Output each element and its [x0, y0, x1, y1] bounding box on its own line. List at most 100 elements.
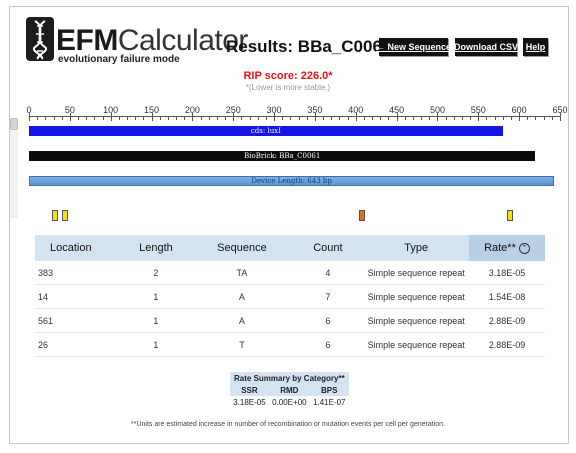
cell-type: Simple sequence repeat [363, 308, 469, 333]
rate-summary-table: Rate Summary by Category** SSR RMD BPS 3… [230, 372, 349, 409]
cell-type: Simple sequence repeat [363, 284, 469, 309]
page-title: Results: BBa_C0061 [226, 37, 392, 56]
ruler-tick [486, 116, 488, 120]
ruler-tick [421, 116, 423, 120]
ruler-tick [535, 116, 537, 120]
ruler-tick [265, 116, 267, 120]
cds-feature-bar[interactable]: cds: luxI [29, 126, 503, 136]
ruler-tick [543, 116, 545, 120]
column-header-type[interactable]: Type [363, 235, 469, 261]
ruler-tick [290, 116, 292, 120]
cell-location: 14 [35, 284, 121, 309]
cell-type: Simple sequence repeat [363, 332, 469, 357]
ruler-tick [429, 116, 431, 120]
ruler-tick [176, 116, 178, 120]
help-button[interactable]: Help [523, 38, 548, 56]
ruler-tick [519, 113, 521, 121]
column-header-location[interactable]: Location [35, 235, 121, 261]
column-header-length[interactable]: Length [120, 235, 192, 261]
ruler-tick [494, 116, 496, 120]
ruler-tick [396, 113, 398, 121]
ruler-tick [363, 116, 365, 120]
summary-header-ssr: SSR [230, 384, 269, 396]
cell-type: Simple sequence repeat [363, 261, 469, 285]
ruler-tick [69, 113, 71, 121]
units-footnote: **Units are estimated increase in number… [131, 421, 445, 428]
rip-score-note: *(Lower is more stable.) [245, 83, 331, 92]
cell-location: 383 [35, 261, 121, 285]
ruler-tick [560, 113, 561, 121]
ruler-tick [470, 116, 472, 120]
cell-count: 4 [292, 261, 364, 285]
repeat-marker[interactable] [51, 210, 58, 221]
repeat-marker[interactable] [358, 210, 365, 221]
rate-header-label: Rate** [484, 242, 516, 254]
cell-sequence: A [191, 308, 293, 333]
scrollbar-thumb[interactable] [10, 118, 18, 130]
ruler-tick [127, 116, 129, 120]
ruler-tick [298, 116, 300, 120]
ruler-tick [306, 116, 308, 120]
ruler-tick [151, 113, 153, 121]
ruler-tick [110, 113, 112, 121]
ruler-tick [372, 116, 374, 120]
summary-value-ssr: 3.18E-05 [233, 398, 266, 407]
ruler-tick [225, 116, 227, 120]
ruler-tick [45, 116, 47, 120]
summary-header-bps: BPS [309, 384, 349, 396]
ruler-tick [208, 116, 210, 120]
table-row: 383 2 TA 4 Simple sequence repeat 3.18E-05 [35, 261, 545, 285]
ruler-tick [551, 116, 553, 120]
cell-length: 2 [120, 261, 192, 285]
ruler-tick [135, 116, 137, 120]
column-header-count[interactable]: Count [292, 235, 364, 261]
ruler-tick [412, 116, 414, 120]
cell-length: 1 [120, 308, 192, 333]
ruler-tick [29, 113, 30, 121]
device-length-bar[interactable]: Device Length: 643 bp [29, 176, 555, 186]
cell-sequence: T [191, 332, 293, 357]
table-header-row: Location Length Sequence Count Type Rate… [35, 235, 545, 261]
rip-score: RIP score: 226.0* [243, 70, 333, 82]
summary-value-bps: 1.41E-07 [313, 398, 346, 407]
new-sequence-button[interactable]: ← New Sequence [376, 38, 451, 56]
ruler-tick [282, 116, 284, 120]
repeat-marker[interactable] [506, 210, 513, 221]
ruler-tick [331, 116, 333, 120]
summary-value-rmd: 0.00E+00 [272, 398, 307, 407]
ruler-tick [380, 116, 382, 120]
ruler-tick [453, 116, 455, 120]
scrollbar-track[interactable] [10, 118, 18, 218]
sort-descending-icon[interactable]: ⌃ [518, 242, 530, 254]
repeat-marker[interactable] [61, 210, 68, 221]
ruler-tick [37, 116, 39, 120]
logo-subtitle: evolutionary failure mode [58, 54, 180, 65]
ruler-tick [274, 113, 276, 121]
ruler-tick [355, 113, 357, 121]
ruler-axis-line [29, 116, 560, 117]
ruler-tick [502, 116, 504, 120]
ruler-tick [143, 116, 145, 120]
table-row: 561 1 A 6 Simple sequence repeat 2.88E-09 [35, 308, 545, 333]
ruler-tick [478, 113, 480, 121]
cell-location: 26 [35, 332, 121, 357]
download-csv-button[interactable]: Download CSV [454, 38, 518, 56]
ruler-tick [527, 116, 529, 120]
table-row: 14 1 A 7 Simple sequence repeat 1.54E-08 [35, 284, 545, 309]
cell-sequence: A [191, 284, 293, 309]
ruler-tick [445, 116, 447, 120]
ruler-tick [347, 116, 349, 120]
ruler-tick [388, 116, 390, 120]
results-table: Location Length Sequence Count Type Rate… [35, 235, 545, 357]
cell-sequence: TA [191, 261, 293, 285]
ruler-tick [159, 116, 161, 120]
ruler-tick [339, 116, 341, 120]
cell-rate: 2.88E-09 [468, 332, 545, 357]
ruler-tick [257, 116, 259, 120]
cell-count: 6 [292, 332, 364, 357]
ruler-tick [249, 116, 251, 120]
biobrick-feature-bar[interactable]: BioBrick: BBa_C0061 [29, 151, 536, 161]
ruler-tick [510, 116, 512, 120]
column-header-rate[interactable]: Rate** ⌃ [468, 235, 545, 261]
column-header-sequence[interactable]: Sequence [191, 235, 293, 261]
